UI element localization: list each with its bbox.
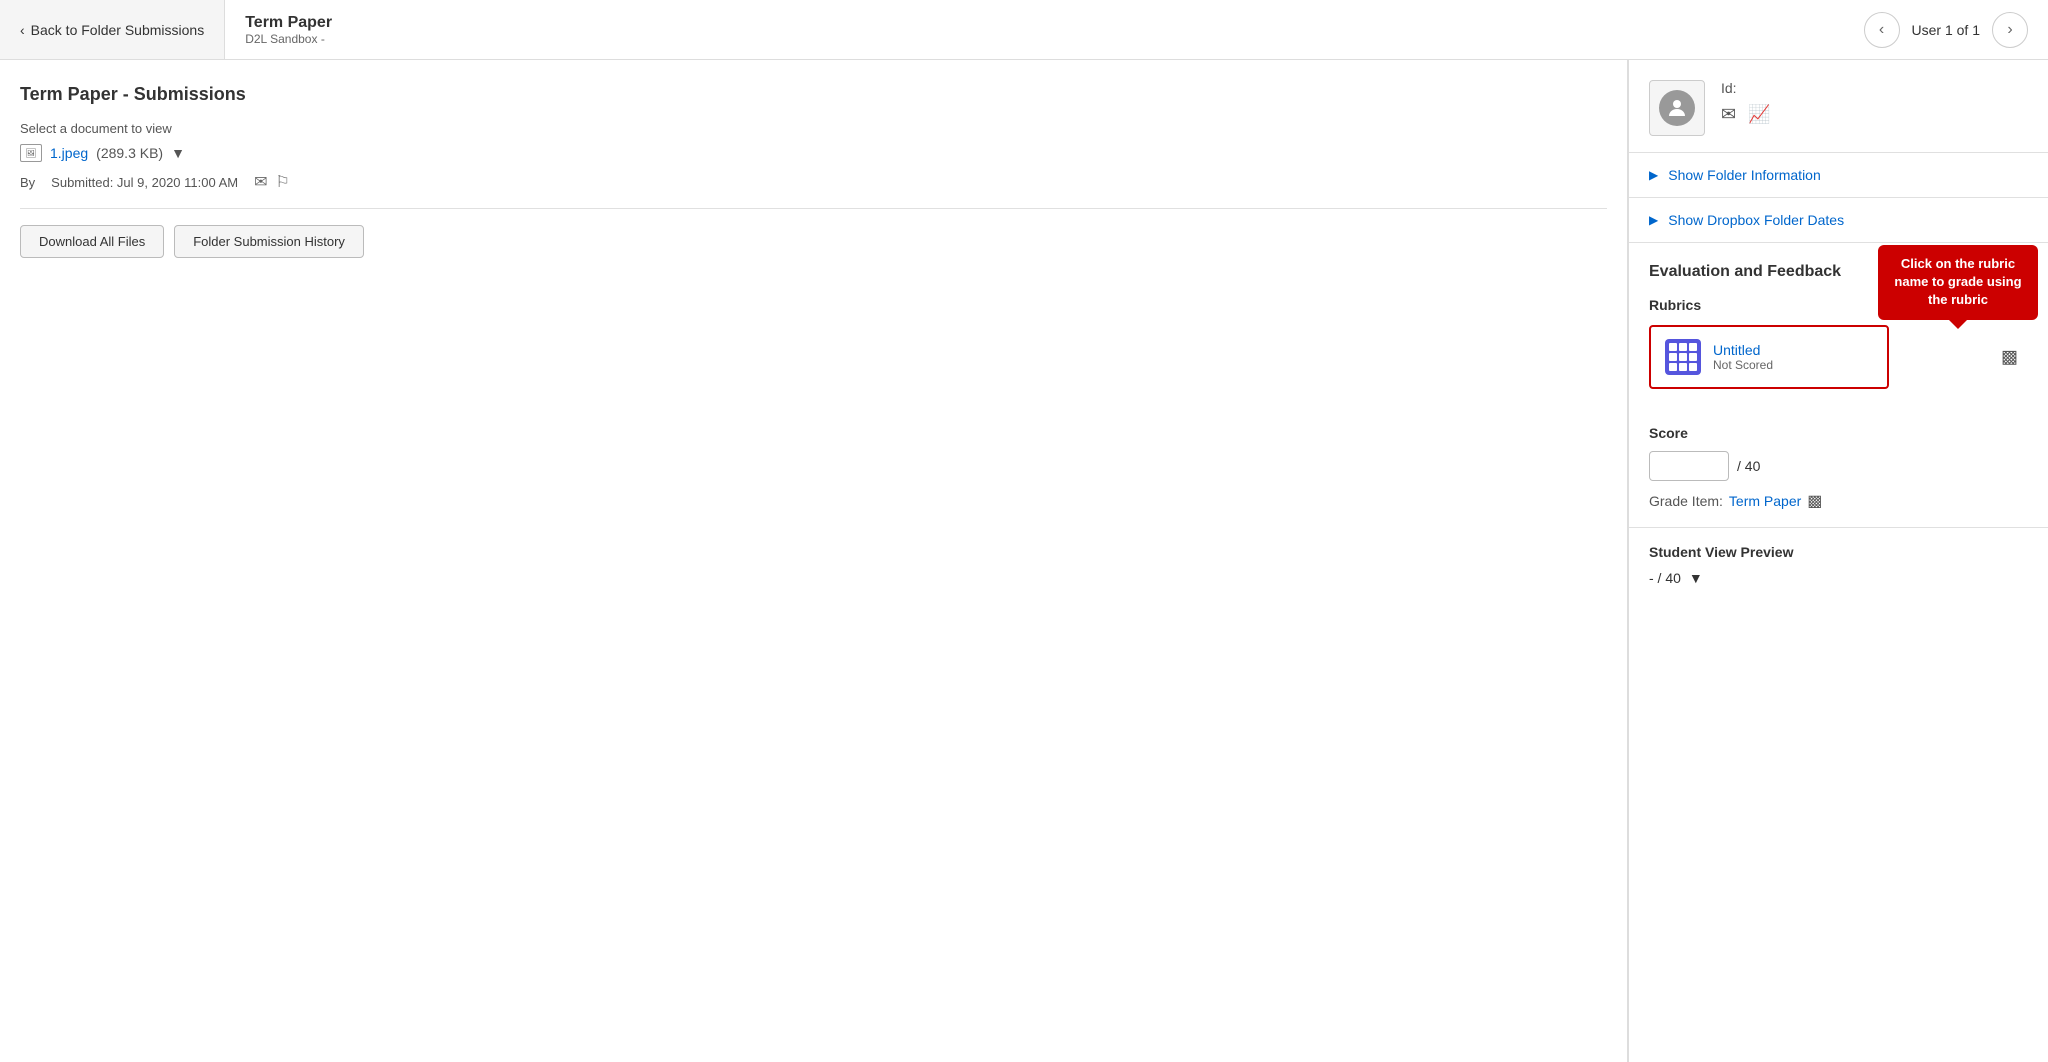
- preview-score: - / 40: [1649, 570, 1681, 586]
- score-section: Score / 40 Grade Item: Term Paper ▩: [1629, 425, 2048, 528]
- folder-submission-history-button[interactable]: Folder Submission History: [174, 225, 364, 258]
- bar-chart-icon: ▩: [2001, 347, 2018, 367]
- user-info-section: Id: ✉ 📈: [1629, 60, 2048, 153]
- rubric-card[interactable]: Untitled Not Scored: [1649, 325, 1889, 389]
- rubric-grid-icon: [1665, 339, 1701, 375]
- back-link-label: Back to Folder Submissions: [31, 22, 205, 38]
- chart-user-icon[interactable]: 📈: [1748, 104, 1770, 125]
- user-action-icons: ✉ 📈: [1721, 104, 2028, 125]
- header-title-area: Term Paper D2L Sandbox -: [225, 6, 352, 54]
- callout-box: Click on the rubric name to grade using …: [1878, 245, 2038, 320]
- header-subtitle: D2L Sandbox -: [245, 32, 332, 46]
- show-folder-info-section[interactable]: ▶ Show Folder Information: [1629, 153, 2048, 198]
- select-doc-label: Select a document to view: [20, 121, 1607, 136]
- top-bar: ‹ Back to Folder Submissions Term Paper …: [0, 0, 2048, 60]
- prev-user-button[interactable]: ‹: [1864, 12, 1900, 48]
- user-details: Id: ✉ 📈: [1721, 80, 2028, 125]
- show-dropbox-dates-section[interactable]: ▶ Show Dropbox Folder Dates: [1629, 198, 2048, 243]
- user-counter: User 1 of 1: [1912, 22, 1980, 38]
- back-arrow-icon: ‹: [20, 22, 25, 38]
- file-row: 🖼 1.jpeg (289.3 KB) ▼: [20, 144, 1607, 162]
- submitted-date: Submitted: Jul 9, 2020 11:00 AM: [51, 175, 238, 190]
- header-title: Term Paper: [245, 14, 332, 32]
- avatar-icon: [1659, 90, 1695, 126]
- preview-score-row: - / 40 ▼: [1649, 570, 2028, 586]
- file-link[interactable]: 1.jpeg: [50, 145, 88, 161]
- prev-arrow-icon: ‹: [1879, 21, 1884, 39]
- next-arrow-icon: ›: [2007, 21, 2012, 39]
- score-out-of: / 40: [1737, 458, 1760, 474]
- show-folder-info-label: Show Folder Information: [1668, 167, 1821, 183]
- rubric-area: Click on the rubric name to grade using …: [1649, 325, 2028, 389]
- email-icon[interactable]: ✉: [254, 172, 267, 192]
- page-title: Term Paper - Submissions: [20, 84, 1607, 105]
- left-panel: Term Paper - Submissions Select a docume…: [0, 60, 1628, 1062]
- main-layout: Term Paper - Submissions Select a docume…: [0, 60, 2048, 1062]
- student-preview-section: Student View Preview - / 40 ▼: [1629, 528, 2048, 602]
- rubric-status: Not Scored: [1713, 358, 1773, 372]
- callout-text: Click on the rubric name to grade using …: [1894, 256, 2021, 307]
- meta-icons: ✉ ⚐: [254, 172, 290, 192]
- file-size: (289.3 KB): [96, 145, 163, 161]
- grade-item-row: Grade Item: Term Paper ▩: [1649, 491, 2028, 511]
- back-link[interactable]: ‹ Back to Folder Submissions: [0, 0, 225, 59]
- preview-dropdown-button[interactable]: ▼: [1689, 570, 1703, 586]
- file-dropdown-button[interactable]: ▼: [171, 145, 185, 161]
- next-user-button[interactable]: ›: [1992, 12, 2028, 48]
- folder-info-arrow-icon: ▶: [1649, 168, 1658, 182]
- rubric-stats-button[interactable]: ▩: [2001, 347, 2018, 368]
- submitted-by-label: By: [20, 175, 35, 190]
- top-bar-right: ‹ User 1 of 1 ›: [1844, 12, 2048, 48]
- action-buttons: Download All Files Folder Submission His…: [20, 225, 1607, 258]
- divider: [20, 208, 1607, 209]
- download-all-files-button[interactable]: Download All Files: [20, 225, 164, 258]
- file-thumbnail-icon: 🖼: [20, 144, 42, 162]
- grade-item-label: Grade Item:: [1649, 493, 1723, 509]
- flag-icon[interactable]: ⚐: [276, 172, 290, 192]
- rubric-name: Untitled: [1713, 342, 1773, 358]
- rubric-text: Untitled Not Scored: [1713, 342, 1773, 372]
- avatar: [1649, 80, 1705, 136]
- student-preview-title: Student View Preview: [1649, 544, 2028, 560]
- eval-section: Evaluation and Feedback Rubrics Click on…: [1629, 243, 2048, 425]
- submission-meta: By Submitted: Jul 9, 2020 11:00 AM ✉ ⚐: [20, 172, 1607, 192]
- score-input-row: / 40: [1649, 451, 2028, 481]
- user-id-label: Id:: [1721, 80, 2028, 96]
- grade-bar-icon: ▩: [1807, 491, 1822, 511]
- top-bar-left: ‹ Back to Folder Submissions Term Paper …: [0, 0, 352, 59]
- score-label: Score: [1649, 425, 2028, 441]
- score-input[interactable]: [1649, 451, 1729, 481]
- show-dropbox-dates-label: Show Dropbox Folder Dates: [1668, 212, 1844, 228]
- dropbox-dates-arrow-icon: ▶: [1649, 213, 1658, 227]
- email-user-icon[interactable]: ✉: [1721, 104, 1736, 125]
- grade-item-link[interactable]: Term Paper: [1729, 493, 1801, 509]
- right-panel: Id: ✉ 📈 ▶ Show Folder Information ▶ Show…: [1628, 60, 2048, 1062]
